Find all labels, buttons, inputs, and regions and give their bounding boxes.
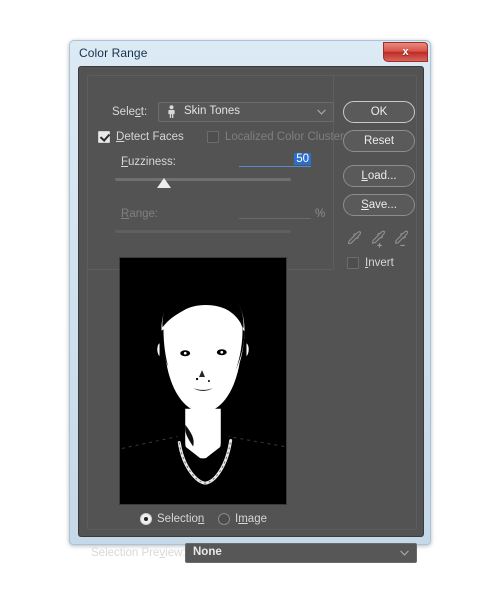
close-button[interactable]: x [383,42,428,62]
person-icon [165,105,178,119]
window-title: Color Range [79,46,148,60]
save-button[interactable]: Save... [343,194,415,216]
select-label: Select: [112,106,148,118]
selection-preview-value: None [193,546,222,559]
eyedropper-subtract-icon[interactable] [394,230,411,248]
fuzziness-slider[interactable] [115,173,291,189]
chevron-down-icon [400,549,409,558]
radio-image-label: Image [235,513,267,525]
select-value: Skin Tones [184,105,241,118]
select-dropdown[interactable]: Skin Tones [158,102,334,122]
dialog-body: Select: Skin Tones Detect Faces Localize… [78,66,424,563]
color-range-dialog: Color Range x Select: Skin Tones Detect … [69,40,431,563]
reset-button[interactable]: Reset [343,130,415,152]
slider-track [115,230,291,233]
fuzziness-input[interactable]: 50 [239,153,311,167]
radio-selection[interactable]: Selection [140,513,204,525]
screenshot-root: Color Range x Select: Skin Tones Detect … [0,0,500,590]
fuzziness-label: Fuzziness: [121,156,176,168]
localized-color-clusters-checkbox: Localized Color Clusters [207,131,350,143]
range-label: Range: [121,208,159,220]
radio-image[interactable]: Image [218,513,267,525]
invert-checkbox[interactable]: Invert [347,257,394,269]
selection-mask-preview[interactable] [119,257,287,505]
slider-thumb[interactable] [157,178,172,188]
radio-box [140,513,152,525]
checkbox-box [207,131,219,143]
selection-preview-label: Selection Preview: [91,547,186,559]
selection-preview-dropdown[interactable]: None [185,543,417,563]
titlebar: Color Range x [70,41,430,65]
invert-label: Invert [365,257,394,269]
checkbox-box [347,257,359,269]
radio-selection-label: Selection [157,513,205,525]
ok-button[interactable]: OK [343,101,415,123]
close-icon: x [402,45,409,58]
eyedropper-icon[interactable] [347,230,364,248]
load-button[interactable]: Load... [343,165,415,187]
checkbox-box [98,131,110,143]
range-slider [115,225,291,241]
eyedropper-add-icon[interactable] [371,230,388,248]
range-input [239,205,311,219]
detect-faces-label: Detect Faces [116,131,184,143]
slider-track [115,178,291,181]
eyedropper-toolgroup [347,229,411,249]
fuzziness-value: 50 [294,153,311,165]
radio-box [218,513,230,525]
range-unit-label: % [315,208,326,220]
chevron-down-icon [317,108,326,117]
localized-color-clusters-label: Localized Color Clusters [225,131,350,143]
detect-faces-checkbox[interactable]: Detect Faces [98,131,184,143]
